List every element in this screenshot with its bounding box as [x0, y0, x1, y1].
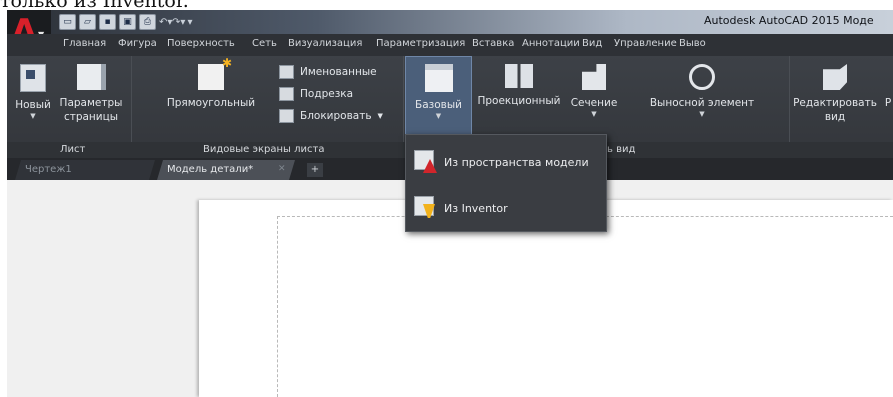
tab-parametric[interactable]: Параметризация [376, 38, 465, 49]
named-label: Именованные [300, 66, 377, 78]
printable-area-border [277, 216, 893, 397]
truncated-label: Р [884, 97, 892, 109]
tab-annotate[interactable]: Аннотации [522, 38, 580, 49]
tab-visualize[interactable]: Визуализация [288, 38, 362, 49]
edit-label-1: Редактировать [793, 97, 877, 109]
tab-mesh[interactable]: Сеть [252, 38, 277, 49]
quick-access-toolbar: ▭ ▱ ▪ ▣ ⎙ ↶▾ ↷▾ ▾ [59, 13, 195, 31]
autocad-window: ▭ ▱ ▪ ▣ ⎙ ↶▾ ↷▾ ▾ Autodesk AutoCAD 2015 … [7, 10, 893, 397]
rectangular-label: Прямоугольный [166, 97, 256, 109]
panel-title-sheet[interactable]: Лист [60, 144, 85, 155]
section-view-button[interactable]: Сечение ▼ [567, 60, 621, 142]
new-file-icon[interactable]: ▭ [59, 14, 76, 30]
from-model-label: Из пространства модели [444, 155, 589, 169]
tab-home[interactable]: Главная [63, 38, 106, 49]
edit-label-2: вид [824, 111, 846, 123]
save-icon[interactable]: ▪ [99, 14, 116, 30]
clip-button[interactable]: Подрезка [279, 84, 383, 104]
tab-drawing1[interactable]: Чертеж1 [15, 160, 155, 180]
base-label: Базовый [415, 99, 462, 111]
model-space-icon [414, 150, 440, 174]
save-as-icon[interactable]: ▣ [119, 14, 136, 30]
from-model-space-item[interactable]: Из пространства модели [406, 143, 606, 181]
page-setup-button[interactable]: Параметры страницы [59, 60, 123, 142]
clip-icon [279, 87, 294, 101]
base-view-button[interactable]: Базовый ▼ [407, 60, 470, 142]
rectangular-button[interactable]: Прямоугольный [165, 56, 257, 142]
from-inventor-label: Из Inventor [444, 201, 508, 215]
detail-label: Выносной элемент [649, 97, 755, 109]
tab-surface[interactable]: Поверхность [167, 38, 235, 49]
section-label: Сечение [570, 97, 618, 109]
from-inventor-item[interactable]: Из Inventor [406, 189, 606, 227]
tab-insert[interactable]: Вставка [472, 38, 514, 49]
page-setup-label-1: Параметры [59, 97, 123, 109]
close-icon[interactable]: ✕ [278, 164, 286, 174]
detail-view-icon [689, 64, 715, 90]
inventor-icon [414, 196, 440, 220]
viewport-tools: Именованные Подрезка Блокировать ▼ [279, 62, 383, 128]
caption-text: только из Inventor. [0, 0, 189, 12]
projected-label: Проекционный [477, 95, 561, 107]
next-ribbon-button[interactable]: Р [883, 60, 893, 142]
detail-view-button[interactable]: Выносной элемент ▼ [647, 60, 757, 142]
section-view-icon [582, 64, 606, 90]
lock-button[interactable]: Блокировать ▼ [279, 106, 383, 126]
title-bar: ▭ ▱ ▪ ▣ ⎙ ↶▾ ↷▾ ▾ Autodesk AutoCAD 2015 … [7, 10, 893, 34]
new-layout-icon [20, 64, 46, 92]
chevron-down-icon: ▼ [699, 110, 705, 118]
chevron-down-icon: ▼ [30, 112, 36, 120]
open-file-icon[interactable]: ▱ [79, 14, 96, 30]
redo-icon[interactable]: ↷▾ [172, 17, 185, 28]
panel-title-viewports[interactable]: Видовые экраны листа [203, 144, 324, 155]
tab-output[interactable]: Выво [679, 38, 706, 49]
app-title: Autodesk AutoCAD 2015 Моде [704, 14, 874, 27]
rectangular-viewport-icon [198, 56, 232, 90]
edit-view-button[interactable]: Редактировать вид [792, 60, 878, 142]
lock-icon [279, 109, 294, 123]
named-viewports-button[interactable]: Именованные [279, 62, 383, 82]
tab-model-part[interactable]: Модель детали* [157, 160, 295, 180]
base-view-icon [424, 64, 453, 92]
new-tab-plus-icon[interactable]: + [307, 163, 323, 177]
page-setup-icon [76, 64, 106, 90]
tab-view[interactable]: Вид [582, 38, 602, 49]
tab-manage[interactable]: Управление [614, 38, 677, 49]
customize-qat-icon[interactable]: ▾ [185, 17, 195, 28]
clip-label: Подрезка [300, 88, 354, 100]
panel-title-create-view[interactable]: ь вид [607, 144, 635, 155]
new-label: Новый [15, 99, 51, 111]
page-setup-label-2: страницы [63, 111, 119, 123]
truncated-icon [884, 64, 892, 90]
undo-icon[interactable]: ↶▾ [159, 17, 172, 28]
projected-view-button[interactable]: Проекционный [477, 60, 561, 142]
base-view-dropdown: Из пространства модели Из Inventor [405, 134, 607, 232]
print-icon[interactable]: ⎙ [139, 14, 156, 30]
chevron-down-icon: ▼ [377, 112, 383, 120]
ribbon-tabs: Главная Фигура Поверхность Сеть Визуализ… [7, 34, 893, 56]
projected-view-icon [505, 64, 533, 88]
new-button[interactable]: Новый ▼ [13, 60, 53, 142]
chevron-down-icon: ▼ [435, 112, 442, 120]
named-viewports-icon [279, 65, 294, 79]
edit-view-icon [823, 64, 847, 90]
autocad-logo-icon [423, 159, 437, 173]
tab-shape[interactable]: Фигура [118, 38, 157, 49]
chevron-down-icon: ▼ [591, 110, 597, 118]
lock-label: Блокировать [300, 110, 372, 122]
